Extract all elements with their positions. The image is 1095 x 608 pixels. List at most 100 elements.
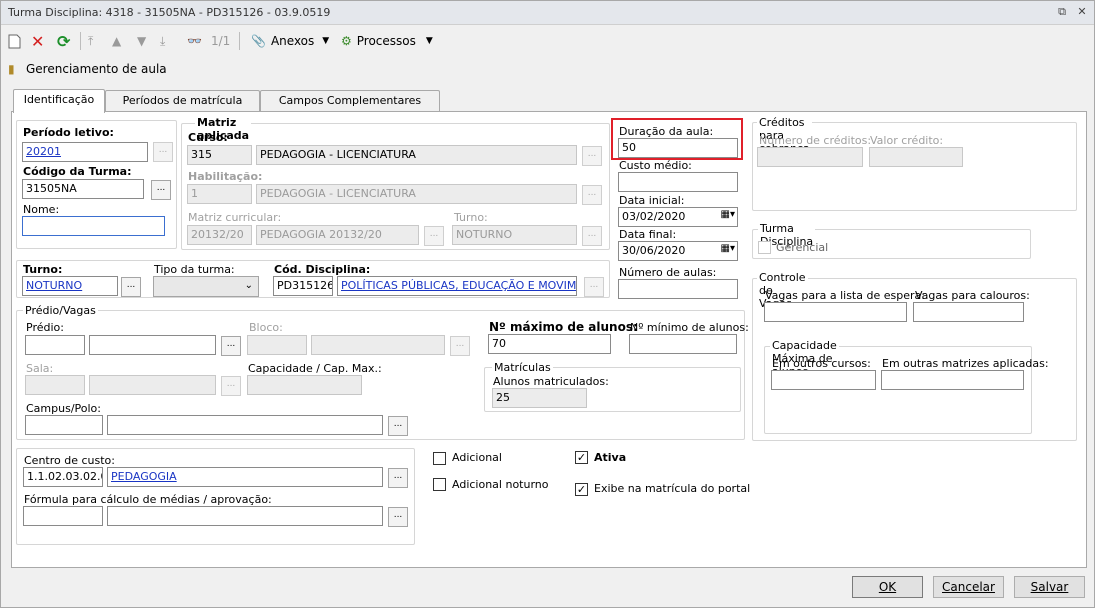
matriz-lookup-button[interactable]: ...	[424, 226, 444, 246]
sala-lookup-button[interactable]: ...	[221, 376, 241, 396]
min-alunos-field[interactable]	[629, 334, 737, 354]
num-creditos-label: Número de créditos:	[759, 134, 872, 147]
restore-icon[interactable]: ⧉	[1055, 5, 1069, 19]
min-alunos-label: Nº mínimo de alunos:	[630, 321, 749, 334]
codigo-lookup-button[interactable]: ...	[151, 180, 171, 200]
bloco-lookup-button[interactable]: ...	[450, 336, 470, 356]
paperclip-icon: 📎	[251, 34, 266, 48]
sala-name-field	[89, 375, 216, 395]
page-header: ▮ Gerenciamento de aula	[1, 57, 1094, 83]
page-title: Gerenciamento de aula	[26, 62, 167, 76]
next-record-icon[interactable]: ▼	[137, 31, 146, 51]
tab-identificacao[interactable]: Identificação	[13, 89, 105, 113]
adicional-checkbox[interactable]	[433, 452, 446, 465]
tab-campos-complementares[interactable]: Campos Complementares	[260, 90, 440, 112]
turno-field[interactable]: NOTURNO	[22, 276, 118, 296]
predio-title: Prédio/Vagas	[23, 304, 98, 317]
processos-label: Processos	[356, 34, 416, 48]
data-inicial-field[interactable]: 03/02/2020 ▦▾	[618, 207, 738, 227]
habilitacao-code-field[interactable]: 1	[187, 184, 252, 204]
centro-custo-label: Centro de custo:	[24, 454, 115, 467]
curso-lookup-button[interactable]: ...	[582, 146, 602, 166]
bloco-code-field[interactable]	[247, 335, 307, 355]
outras-matrizes-field[interactable]	[881, 370, 1024, 390]
chevron-down-icon: ▼	[322, 36, 330, 46]
outros-cursos-field[interactable]	[771, 370, 876, 390]
max-alunos-field[interactable]: 70	[488, 334, 611, 354]
valor-credito-field[interactable]	[869, 147, 963, 167]
delete-icon[interactable]: ✕	[31, 31, 44, 51]
centro-custo-name-field[interactable]: PEDAGOGIA	[107, 467, 383, 487]
formula-name-field	[107, 506, 383, 526]
disciplina-name-field[interactable]: POLÍTICAS PÚBLICAS, EDUCAÇÃO E MOVIM	[337, 276, 577, 296]
formula-lookup-button[interactable]: ...	[388, 507, 408, 527]
exibe-portal-label: Exibe na matrícula do portal	[594, 482, 751, 495]
previous-record-icon[interactable]: ▲	[112, 31, 121, 51]
close-icon[interactable]: ✕	[1075, 5, 1089, 19]
num-creditos-field[interactable]	[757, 147, 863, 167]
turno-matriz-lookup-button[interactable]: ...	[582, 226, 602, 246]
predio-code-field[interactable]	[25, 335, 85, 355]
sala-label: Sala:	[26, 362, 54, 375]
campus-name-field	[107, 415, 383, 435]
nome-label: Nome:	[23, 203, 60, 216]
separator	[80, 32, 81, 50]
predio-lookup-button[interactable]: ...	[221, 336, 241, 356]
vagas-calouros-field[interactable]	[913, 302, 1024, 322]
exibe-portal-checkbox[interactable]: ✓	[575, 483, 588, 496]
first-record-icon[interactable]: ⤒	[88, 31, 93, 51]
num-aulas-field[interactable]	[618, 279, 738, 299]
salvar-button[interactable]: Salvar	[1014, 576, 1085, 598]
custo-field[interactable]	[618, 172, 738, 192]
disciplina-code-field[interactable]: PD315126	[273, 276, 333, 296]
matriz-code-field[interactable]: 20132/20	[187, 225, 252, 245]
tipo-turma-select[interactable]: ⌄	[153, 276, 259, 297]
campus-label: Campus/Polo:	[26, 402, 101, 415]
sala-code-field[interactable]	[25, 375, 85, 395]
turno-matriz-field: NOTURNO	[452, 225, 577, 245]
predio-name-field	[89, 335, 216, 355]
calendar-icon[interactable]: ▦▾	[721, 209, 735, 220]
binoculars-icon[interactable]: 👓	[187, 31, 202, 51]
adicional-noturno-checkbox[interactable]	[433, 478, 446, 491]
valor-credito-label: Valor crédito:	[870, 134, 944, 147]
periodo-label: Período letivo:	[23, 126, 114, 139]
codigo-field[interactable]: 31505NA	[22, 179, 144, 199]
curso-code-field[interactable]: 315	[187, 145, 252, 165]
separator	[239, 32, 240, 50]
data-final-field[interactable]: 30/06/2020 ▦▾	[618, 241, 738, 261]
campus-lookup-button[interactable]: ...	[388, 416, 408, 436]
gerencial-checkbox[interactable]	[758, 241, 771, 254]
custo-label: Custo médio:	[619, 159, 692, 172]
nome-field[interactable]	[22, 216, 165, 236]
tipo-turma-label: Tipo da turma:	[154, 263, 235, 276]
num-aulas-label: Número de aulas:	[619, 266, 717, 279]
disciplina-lookup-button[interactable]: ...	[584, 277, 604, 297]
data-final-value: 30/06/2020	[622, 244, 686, 257]
processos-menu[interactable]: ⚙ Processos ▼	[341, 31, 433, 51]
new-icon[interactable]	[8, 31, 21, 51]
turno-lookup-button[interactable]: ...	[121, 277, 141, 297]
gerencial-label: Gerencial	[776, 241, 829, 254]
centro-custo-lookup-button[interactable]: ...	[388, 468, 408, 488]
centro-custo-code-field[interactable]: 1.1.02.03.02.01	[23, 467, 103, 487]
cancelar-button[interactable]: Cancelar	[933, 576, 1004, 598]
calendar-icon[interactable]: ▦▾	[721, 243, 735, 254]
tab-periodos-matricula[interactable]: Períodos de matrícula	[105, 90, 260, 112]
vagas-calouros-label: Vagas para calouros:	[915, 289, 1030, 302]
anexos-menu[interactable]: 📎 Anexos ▼	[251, 31, 329, 51]
formula-code-field[interactable]	[23, 506, 103, 526]
data-inicial-label: Data inicial:	[619, 194, 685, 207]
data-inicial-value: 03/02/2020	[622, 210, 686, 223]
ok-button[interactable]: OK	[852, 576, 923, 598]
ativa-checkbox[interactable]: ✓	[575, 451, 588, 464]
habilitacao-lookup-button[interactable]: ...	[582, 185, 602, 205]
periodo-lookup-button[interactable]: ...	[153, 142, 173, 162]
capacidade-label: Capacidade / Cap. Max.:	[248, 362, 382, 375]
last-record-icon[interactable]: ⤓	[160, 31, 165, 51]
vagas-espera-field[interactable]	[764, 302, 907, 322]
periodo-field[interactable]: 20201	[22, 142, 148, 162]
codigo-label: Código da Turma:	[23, 165, 132, 178]
campus-code-field[interactable]	[25, 415, 103, 435]
refresh-icon[interactable]: ⟳	[57, 31, 70, 51]
